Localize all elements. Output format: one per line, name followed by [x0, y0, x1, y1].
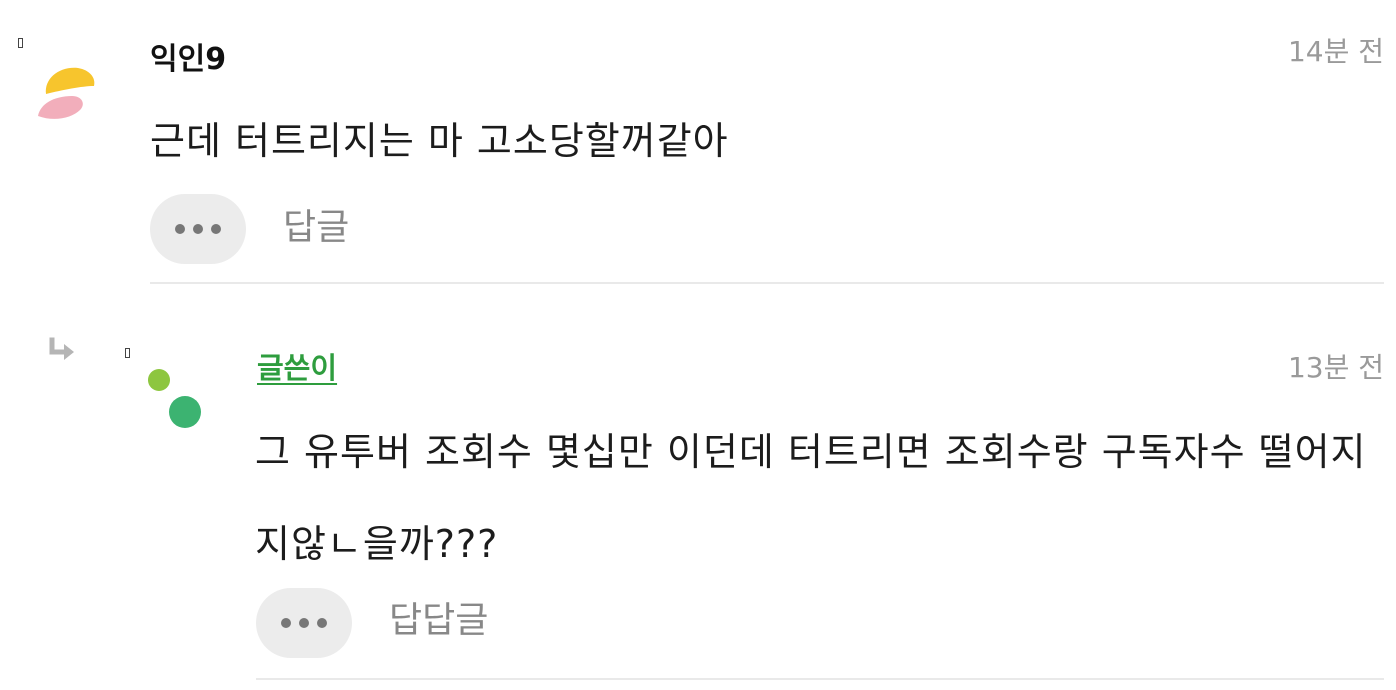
- placeholder-glyph: [125, 348, 130, 358]
- more-options-button[interactable]: [150, 194, 246, 264]
- comment-time: 13분 전: [1287, 351, 1384, 384]
- comment-author[interactable]: 익인9: [150, 40, 226, 80]
- more-dots-icon: [317, 618, 327, 628]
- comment-time: 14분 전: [1287, 35, 1384, 68]
- divider: [256, 678, 1384, 680]
- reply-comment-item: 글쓴이 13분 전 그 유투버 조회수 몇십만 이던데 터트리면 조회수랑 구독…: [0, 286, 1396, 690]
- avatar[interactable]: [32, 56, 102, 126]
- more-dots-icon: [281, 618, 291, 628]
- comment-text: 근데 터트리지는 마 고소당할꺼같아: [150, 119, 729, 163]
- comment-author[interactable]: 글쓴이: [257, 348, 337, 388]
- more-dots-icon: [211, 224, 221, 234]
- comment-item: 익인9 14분 전 근데 터트리지는 마 고소당할꺼같아 답글: [0, 0, 1396, 286]
- more-dots-icon: [193, 224, 203, 234]
- more-dots-icon: [299, 618, 309, 628]
- more-dots-icon: [175, 224, 185, 234]
- placeholder-glyph: [18, 38, 23, 48]
- divider: [150, 282, 1384, 284]
- reply-button[interactable]: 답글: [283, 203, 349, 253]
- more-options-button[interactable]: [256, 588, 352, 658]
- reply-arrow-icon: [49, 337, 74, 360]
- comment-text: 그 유투버 조회수 몇십만 이던데 터트리면 조회수랑 구독자수 떨어지지않ㄴ을…: [255, 430, 1367, 566]
- reply-button[interactable]: 답답글: [389, 596, 488, 646]
- comment-thread: 익인9 14분 전 근데 터트리지는 마 고소당할꺼같아 답글 글쓴이 13분 …: [0, 0, 1396, 690]
- avatar[interactable]: [145, 366, 207, 438]
